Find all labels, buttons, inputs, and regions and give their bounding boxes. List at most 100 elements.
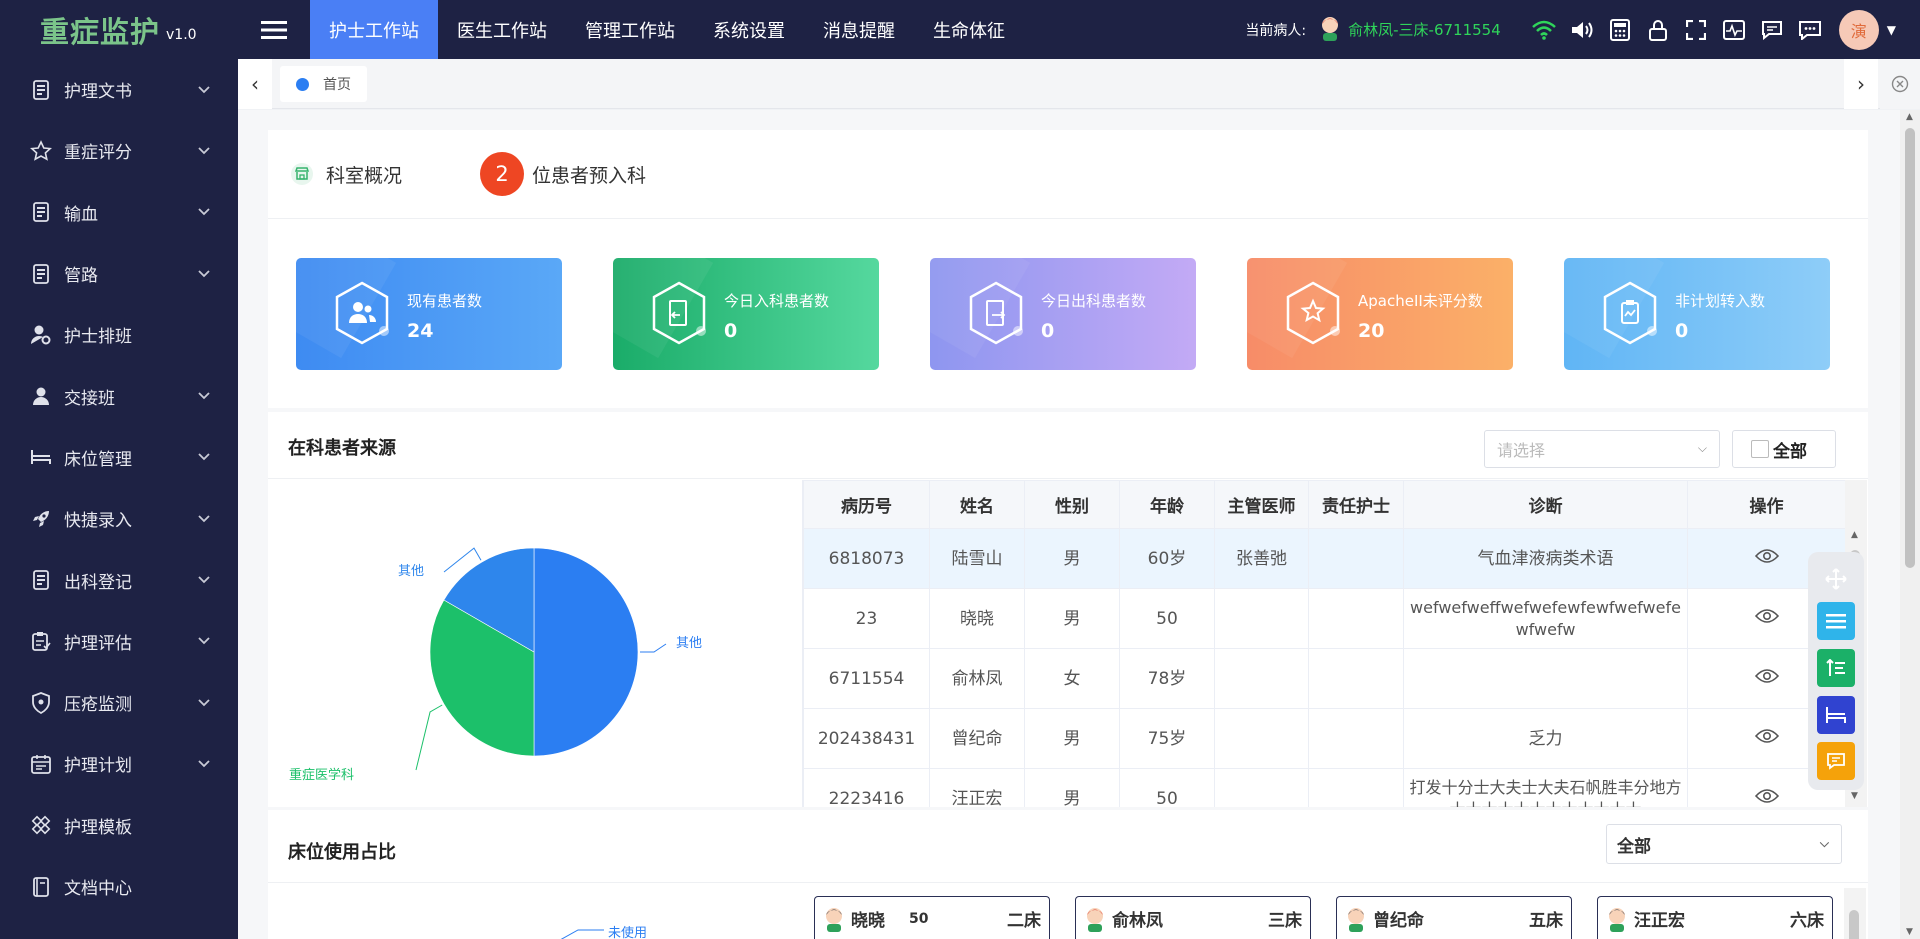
view-eye-icon[interactable] — [1754, 548, 1779, 564]
chevron-down-icon — [198, 267, 238, 281]
sidebar-item[interactable]: 压疮监测 — [0, 672, 238, 733]
stat-card-value: 24 — [407, 320, 434, 342]
bed-card[interactable]: 曾纪命 五床 — [1336, 896, 1572, 939]
app-name: 重症监护 — [40, 14, 161, 49]
comment-icon[interactable] — [1817, 742, 1855, 780]
stat-card[interactable]: 今日出科患者数 0 — [930, 258, 1196, 370]
bed-card[interactable]: 俞林凤 三床 — [1075, 896, 1311, 939]
sidebar-item[interactable]: 护士排班 — [0, 304, 238, 365]
sidebar-item[interactable]: 重症评分 — [0, 120, 238, 181]
table-row[interactable]: 6711554 俞林凤女 78岁 — [803, 648, 1846, 709]
sidebar-item[interactable]: 交接班 — [0, 365, 238, 426]
bed-icon[interactable] — [1817, 696, 1855, 734]
move-icon[interactable] — [1817, 560, 1855, 598]
column-header: 病历号 — [803, 480, 930, 529]
patient-source-title: 在科患者来源 — [288, 438, 396, 459]
sidebar-item-label: 管路 — [64, 266, 98, 287]
sidebar-item[interactable]: 护理评估 — [0, 611, 238, 672]
user-menu-caret-icon[interactable]: ▼ — [1887, 23, 1896, 37]
stat-card[interactable]: 今日入科患者数 0 — [613, 258, 879, 370]
bed-scrollbar[interactable] — [1844, 888, 1866, 939]
sidebar-item[interactable]: 快捷录入 — [0, 488, 238, 549]
pie-slice[interactable] — [533, 547, 639, 757]
stat-card[interactable]: 现有患者数 24 — [296, 258, 562, 370]
chevron-down-icon — [198, 757, 238, 771]
menu-toggle-icon[interactable] — [238, 0, 310, 59]
patient-source-pie-chart: 其他重症医学科 其他 — [289, 547, 702, 783]
stat-card-value: 20 — [1358, 320, 1385, 342]
sidebar-item[interactable]: 护理模板 — [0, 795, 238, 856]
top-nav-item[interactable]: 管理工作站 — [566, 0, 694, 59]
column-header: 年龄 — [1119, 480, 1215, 529]
scroll-down-icon[interactable]: ▼ — [1851, 791, 1858, 801]
view-eye-icon[interactable] — [1754, 728, 1779, 744]
sidebar-item[interactable]: 管路 — [0, 243, 238, 304]
sidebar-item[interactable]: 输血 — [0, 182, 238, 243]
wifi-icon[interactable] — [1525, 11, 1563, 49]
lock-icon[interactable] — [1639, 11, 1677, 49]
tab-home[interactable]: 首页 — [280, 66, 367, 102]
fullscreen-icon[interactable] — [1677, 11, 1715, 49]
chat-icon[interactable] — [1791, 11, 1829, 49]
sort-list-icon[interactable] — [1817, 649, 1855, 687]
sidebar-item-label: 护理计划 — [64, 756, 132, 777]
calculator-icon[interactable] — [1601, 11, 1639, 49]
top-nav-item[interactable]: 护士工作站 — [310, 0, 438, 59]
stat-card[interactable]: 非计划转入数 0 — [1564, 258, 1830, 370]
tab-scroll-right-icon[interactable]: › — [1844, 59, 1878, 109]
preadmit-label[interactable]: 位患者预入科 — [532, 161, 646, 188]
stat-card-label: 非计划转入数 — [1675, 292, 1766, 310]
view-eye-icon[interactable] — [1754, 668, 1779, 684]
volume-icon[interactable] — [1563, 11, 1601, 49]
user-avatar[interactable]: 演 — [1838, 9, 1879, 50]
monitor-icon[interactable] — [1715, 11, 1753, 49]
sidebar-item[interactable]: 文档中心 — [0, 856, 238, 917]
main-content: 科室概况 2 位患者预入科 现有患者数 24 今日入科患者数 0 今日出科患者数 0 Apa… — [238, 110, 1900, 939]
page-scroll-up-icon[interactable]: ▲ — [1906, 112, 1913, 122]
select-all-checkbox[interactable]: 全部 — [1732, 430, 1836, 468]
stat-card-label: 今日入科患者数 — [724, 292, 830, 310]
message-icon[interactable] — [1753, 11, 1791, 49]
scroll-up-icon[interactable]: ▲ — [1851, 530, 1858, 540]
top-nav-item[interactable]: 生命体征 — [914, 0, 1024, 59]
column-header: 责任护士 — [1308, 480, 1404, 529]
top-nav-item[interactable]: 系统设置 — [694, 0, 804, 59]
sidebar-item[interactable]: 出科登记 — [0, 549, 238, 610]
table-row[interactable]: 6818073 陆雪山男 60岁 张善弛 气血津液病类术语 — [803, 528, 1846, 589]
bed-scroll-thumb[interactable] — [1849, 910, 1859, 939]
table-row[interactable]: 23 晓晓男 50 wefwefweffwefwefewfewfwefwefewfwe… — [803, 588, 1846, 649]
stat-card[interactable]: ApacheII未评分数 20 — [1247, 258, 1513, 370]
top-nav-item[interactable]: 消息提醒 — [804, 0, 914, 59]
top-nav: 护士工作站 医生工作站 管理工作站 系统设置 消息提醒 生命体征 — [310, 0, 1024, 59]
top-nav-item[interactable]: 医生工作站 — [438, 0, 566, 59]
sidebar-item[interactable]: 床位管理 — [0, 427, 238, 488]
source-filter-select[interactable]: 请选择 ⌵ — [1484, 430, 1720, 468]
close-all-tabs-icon[interactable] — [1880, 59, 1920, 109]
table-row[interactable]: 202438431 曾纪命男 75岁 乏力 — [803, 708, 1846, 769]
checkbox-box[interactable] — [1751, 440, 1769, 458]
current-patient-name[interactable]: 俞林凤-三床-6711554 — [1348, 19, 1501, 40]
page-scroll-thumb[interactable] — [1905, 128, 1915, 568]
table-cell-id: 6711554 — [803, 648, 930, 709]
table-cell-doctor — [1214, 768, 1309, 807]
bed-card[interactable]: 汪正宏 六床 — [1597, 896, 1833, 939]
page-scroll-down-icon[interactable]: ▼ — [1906, 927, 1913, 937]
chevron-down-icon — [198, 634, 238, 648]
view-eye-icon[interactable] — [1754, 608, 1779, 624]
patient-avatar-icon — [826, 907, 842, 932]
chevron-down-icon: ⌵ — [1697, 441, 1707, 455]
table-cell-id: 23 — [803, 588, 930, 649]
bed-card[interactable]: 晓晓 50 二床 — [814, 896, 1050, 939]
sidebar-item[interactable]: 护理计划 — [0, 733, 238, 794]
bed-filter-select[interactable]: 全部 ⌵ — [1606, 824, 1842, 864]
list-icon[interactable] — [1817, 602, 1855, 640]
sidebar-item[interactable]: 护理文书 — [0, 59, 238, 120]
table-row[interactable]: 2223416汪正宏男50 打发十分士大夫士大夫石帆胜丰分地方士士士士士士士士士士… — [803, 768, 1846, 807]
view-eye-icon[interactable] — [1754, 788, 1779, 804]
top-header: 重症监护 v1.0 护士工作站 医生工作站 管理工作站 系统设置 消息提醒 生命体征 当前… — [0, 0, 1920, 59]
sidebar-item-label: 重症评分 — [64, 143, 132, 164]
tab-scroll-left-icon[interactable]: ‹ — [238, 59, 272, 109]
table-cell-nurse — [1308, 588, 1404, 649]
page-scrollbar[interactable]: ▲ ▼ — [1900, 110, 1920, 939]
preadmit-count-badge[interactable]: 2 — [480, 152, 525, 196]
